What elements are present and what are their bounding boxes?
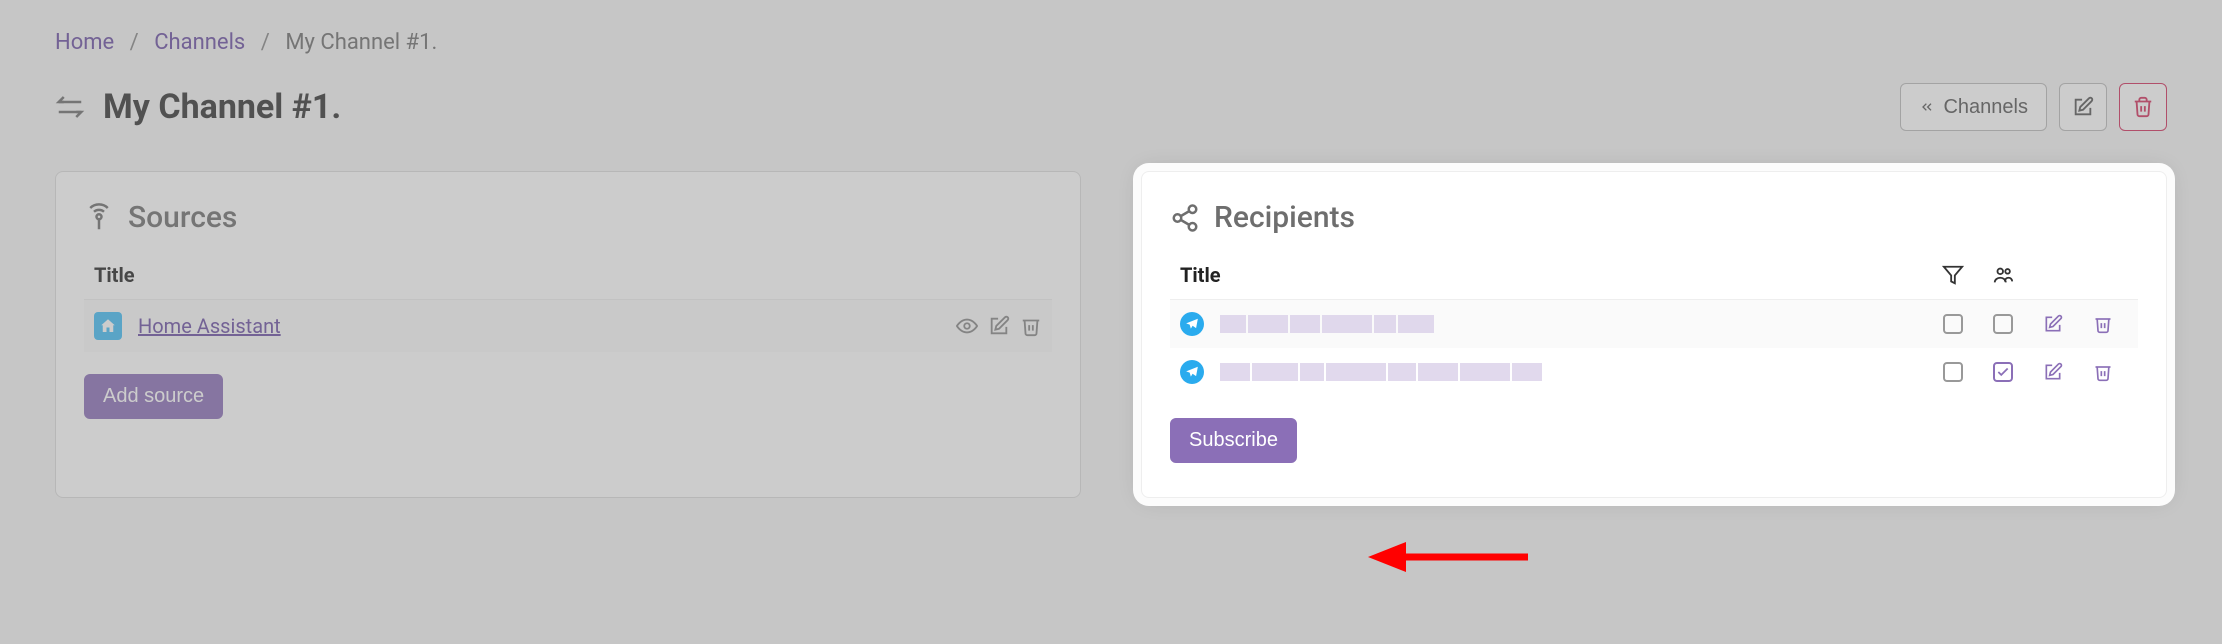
breadcrumb: Home / Channels / My Channel #1. xyxy=(55,30,2167,55)
telegram-icon xyxy=(1180,360,1204,384)
sources-panel: Sources Title Home Assistant xyxy=(55,171,1081,498)
breadcrumb-channels[interactable]: Channels xyxy=(154,30,245,55)
share-icon xyxy=(1170,203,1200,233)
trash-icon xyxy=(2093,314,2113,334)
recipient-row xyxy=(1170,348,2138,396)
edit-icon xyxy=(988,315,1010,337)
recipients-col-title: Title xyxy=(1180,263,1928,287)
delete-source-button[interactable] xyxy=(1020,315,1042,337)
home-assistant-icon xyxy=(94,312,122,340)
breadcrumb-separator: / xyxy=(261,30,270,55)
breadcrumb-current: My Channel #1. xyxy=(285,30,437,55)
sources-col-title: Title xyxy=(94,263,1042,287)
group-checkbox[interactable] xyxy=(1993,362,2013,382)
recipient-row xyxy=(1170,300,2138,348)
recipients-panel: Recipients Title xyxy=(1141,171,2167,498)
telegram-icon xyxy=(1180,312,1204,336)
add-source-button[interactable]: Add source xyxy=(84,374,223,419)
swap-icon xyxy=(55,92,85,122)
recipient-title-redacted xyxy=(1220,315,1928,333)
check-icon xyxy=(1996,365,2010,379)
edit-icon xyxy=(2043,362,2063,382)
edit-channel-button[interactable] xyxy=(2059,83,2107,131)
breadcrumb-home[interactable]: Home xyxy=(55,30,114,55)
filter-column-icon xyxy=(1928,264,1978,286)
trash-icon xyxy=(2093,362,2113,382)
view-source-button[interactable] xyxy=(956,315,978,337)
trash-icon xyxy=(1020,315,1042,337)
broadcast-icon xyxy=(84,203,114,233)
edit-icon xyxy=(2043,314,2063,334)
edit-recipient-button[interactable] xyxy=(2043,362,2063,382)
filter-checkbox[interactable] xyxy=(1943,314,1963,334)
edit-recipient-button[interactable] xyxy=(2043,314,2063,334)
delete-recipient-button[interactable] xyxy=(2093,314,2113,334)
recipient-title-redacted xyxy=(1220,363,1928,381)
delete-channel-button[interactable] xyxy=(2119,83,2167,131)
delete-recipient-button[interactable] xyxy=(2093,362,2113,382)
sources-heading: Sources xyxy=(128,200,237,235)
back-channels-button[interactable]: Channels xyxy=(1900,83,2047,131)
back-channels-label: Channels xyxy=(1943,96,2028,119)
edit-source-button[interactable] xyxy=(988,315,1010,337)
filter-checkbox[interactable] xyxy=(1943,362,1963,382)
chevrons-left-icon xyxy=(1919,99,1935,115)
edit-icon xyxy=(2072,96,2094,118)
breadcrumb-separator: / xyxy=(130,30,139,55)
source-title-link[interactable]: Home Assistant xyxy=(138,314,956,338)
source-row: Home Assistant xyxy=(84,300,1052,352)
trash-icon xyxy=(2132,96,2154,118)
subscribe-button[interactable]: Subscribe xyxy=(1170,418,1297,463)
group-column-icon xyxy=(1978,264,2028,286)
eye-icon xyxy=(956,315,978,337)
annotation-arrow xyxy=(1368,532,1538,582)
group-checkbox[interactable] xyxy=(1993,314,2013,334)
recipients-heading: Recipients xyxy=(1214,200,1355,235)
page-title: My Channel #1. xyxy=(103,87,341,127)
